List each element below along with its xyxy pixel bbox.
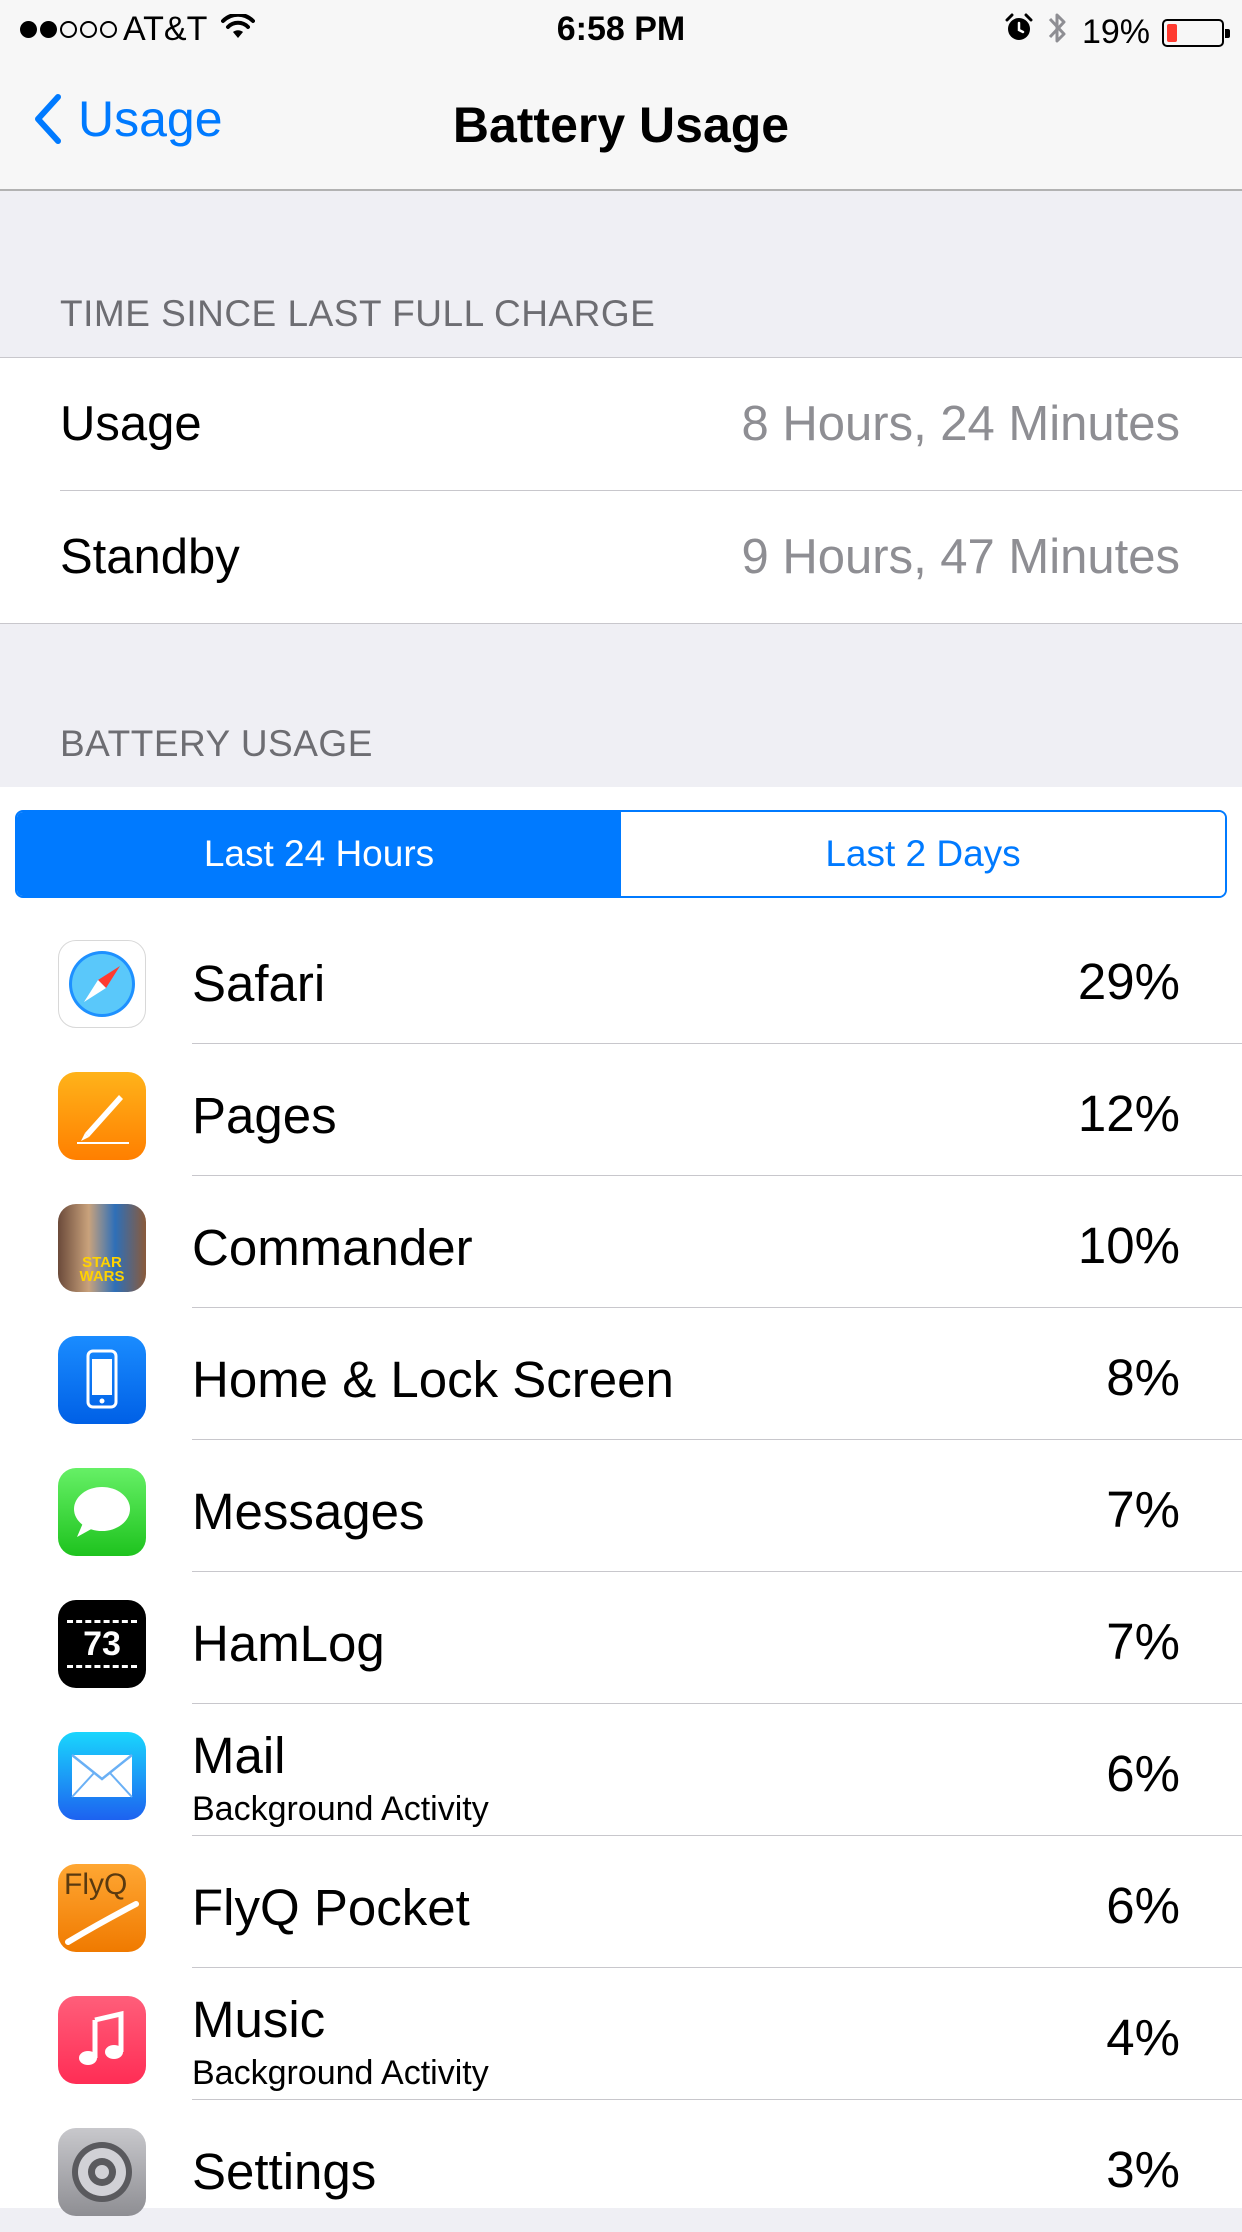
time-since-charge-group: Usage 8 Hours, 24 Minutes Standby 9 Hour… [0,357,1242,624]
commander-icon: STAR WARS [58,1204,146,1292]
app-row-hamlog[interactable]: 73 HamLog 7% [0,1572,1242,1704]
status-right: 19% [1004,10,1230,55]
time-range-segmented-control: Last 24 Hours Last 2 Days [15,810,1227,898]
battery-percent: 19% [1081,13,1150,51]
bluetooth-icon [1046,10,1070,55]
settings-icon [58,2128,146,2216]
hamlog-icon-label: 73 [83,1625,121,1663]
app-percent: 6% [1106,1877,1180,1934]
standby-time-label: Standby [60,530,240,584]
app-percent: 8% [1106,1349,1180,1406]
app-name: FlyQ Pocket [192,1879,470,1936]
app-row-commander[interactable]: STAR WARS Commander 10% [0,1176,1242,1308]
mail-icon [58,1732,146,1820]
navigation-bar: Usage Battery Usage [0,60,1242,191]
pages-icon [58,1072,146,1160]
segmented-control-container: Last 24 Hours Last 2 Days [0,787,1242,912]
safari-icon [58,940,146,1028]
app-name: Commander [192,1219,473,1276]
section-header-time-since-charge: TIME SINCE LAST FULL CHARGE [60,293,656,334]
app-percent: 10% [1077,1217,1180,1274]
app-name: Home & Lock Screen [192,1351,674,1408]
commander-icon-label: STAR WARS [79,1254,125,1285]
page-title: Battery Usage [452,97,790,153]
app-percent: 29% [1077,953,1180,1010]
status-bar: AT&T 6:58 PM 19% [0,0,1242,60]
battery-icon [1162,18,1230,47]
app-row-music[interactable]: Music Background Activity 4% [0,1968,1242,2100]
app-percent: 12% [1077,1085,1180,1142]
app-usage-list: Safari 29% Pages 12% STAR WARS Commander… [0,912,1242,2216]
section-header-battery-usage: BATTERY USAGE [60,723,373,764]
usage-time-label: Usage [60,397,202,451]
segment-last-2-days[interactable]: Last 2 Days [621,812,1225,896]
app-percent: 7% [1106,1613,1180,1670]
app-row-home-lock-screen[interactable]: Home & Lock Screen 8% [0,1308,1242,1440]
hamlog-icon: 73 [58,1600,146,1688]
app-row-flyq-pocket[interactable]: FlyQ FlyQ Pocket 6% [0,1836,1242,1968]
app-row-pages[interactable]: Pages 12% [0,1044,1242,1176]
app-percent: 4% [1106,2009,1180,2066]
app-row-mail[interactable]: Mail Background Activity 6% [0,1704,1242,1836]
app-name: Music [192,1991,326,2048]
app-percent: 3% [1106,2141,1180,2198]
app-percent: 7% [1106,1481,1180,1538]
standby-time-value: 9 Hours, 47 Minutes [741,530,1181,584]
usage-time-row: Usage 8 Hours, 24 Minutes [0,358,1242,490]
alarm-icon [1004,13,1034,52]
home-lock-screen-icon [58,1336,146,1424]
app-name: HamLog [192,1615,385,1672]
usage-time-value: 8 Hours, 24 Minutes [741,397,1181,451]
app-percent: 6% [1106,1745,1180,1802]
app-subtitle: Background Activity [192,2054,489,2092]
app-name: Messages [192,1483,425,1540]
app-row-messages[interactable]: Messages 7% [0,1440,1242,1572]
app-name: Safari [192,955,326,1012]
standby-time-row: Standby 9 Hours, 47 Minutes [0,491,1242,623]
flyq-pocket-icon: FlyQ [58,1864,146,1952]
messages-icon [58,1468,146,1556]
app-name: Settings [192,2143,377,2200]
app-row-safari[interactable]: Safari 29% [0,912,1242,1044]
app-name: Mail [192,1727,286,1784]
music-icon [58,1996,146,2084]
app-subtitle: Background Activity [192,1790,489,1828]
app-name: Pages [192,1087,337,1144]
segment-last-24-hours[interactable]: Last 24 Hours [17,812,621,896]
app-row-settings[interactable]: Settings 3% [0,2100,1242,2232]
